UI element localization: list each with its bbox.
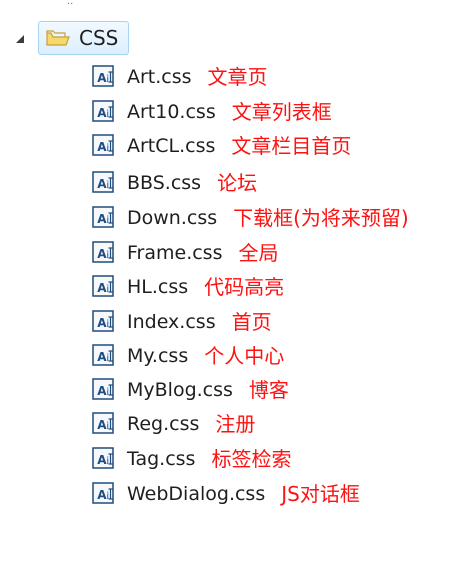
file-row[interactable]: A i Art.css 文章页 [91, 62, 268, 92]
file-name[interactable]: Down.css [127, 208, 217, 228]
svg-text:i: i [106, 353, 109, 364]
file-row[interactable]: A i HL.css 代码高亮 [91, 272, 284, 302]
tree-connector-tick: .. [67, 0, 74, 7]
css-file-icon: A i [91, 343, 117, 369]
css-file-icon: A i [91, 133, 117, 159]
file-note: 全局 [238, 241, 279, 265]
folder-label: CSS [79, 26, 119, 50]
file-row[interactable]: A i MyBlog.css 博客 [91, 375, 289, 405]
file-note: 注册 [215, 412, 256, 436]
svg-text:i: i [106, 421, 109, 432]
file-note: 文章栏目首页 [231, 134, 352, 158]
css-file-icon: A i [91, 309, 117, 335]
file-note: 个人中心 [204, 344, 285, 368]
svg-text:i: i [106, 215, 109, 226]
file-name[interactable]: MyBlog.css [127, 380, 233, 400]
css-file-icon: A i [91, 377, 117, 403]
file-name[interactable]: HL.css [127, 277, 188, 297]
file-name[interactable]: WebDialog.css [127, 484, 265, 504]
css-file-icon: A i [91, 170, 117, 196]
svg-text:i: i [106, 284, 109, 295]
file-note: 文章列表框 [231, 100, 332, 124]
file-row[interactable]: A i BBS.css 论坛 [91, 168, 257, 198]
file-note: 标签检索 [211, 447, 292, 471]
file-name[interactable]: Art.css [127, 67, 192, 87]
file-name[interactable]: Art10.css [127, 102, 216, 122]
css-file-icon: A i [91, 205, 117, 231]
triangle-expanded-icon[interactable] [12, 31, 28, 47]
file-name[interactable]: Reg.css [127, 414, 199, 434]
svg-text:i: i [106, 180, 109, 191]
file-row[interactable]: A i WebDialog.css JS对话框 [91, 479, 360, 509]
file-row[interactable]: A i Index.css 首页 [91, 307, 272, 337]
file-name[interactable]: Frame.css [127, 243, 222, 263]
svg-text:i: i [106, 250, 109, 261]
svg-text:i: i [106, 491, 109, 502]
file-note: JS对话框 [281, 482, 360, 506]
file-row[interactable]: A i ArtCL.css 文章栏目首页 [91, 131, 351, 161]
css-file-icon: A i [91, 64, 117, 90]
css-file-icon: A i [91, 446, 117, 472]
file-row[interactable]: A i Tag.css 标签检索 [91, 444, 291, 474]
svg-text:i: i [106, 456, 109, 467]
svg-text:i: i [106, 387, 109, 398]
css-file-icon: A i [91, 240, 117, 266]
file-note: 下载框(为将来预留) [233, 206, 409, 230]
file-note: 论坛 [217, 171, 258, 195]
css-file-icon: A i [91, 411, 117, 437]
css-file-icon: A i [91, 481, 117, 507]
svg-text:i: i [106, 74, 109, 85]
file-name[interactable]: Index.css [127, 312, 216, 332]
folder-open-icon [45, 27, 71, 49]
css-file-icon: A i [91, 99, 117, 125]
svg-text:i: i [106, 319, 109, 330]
css-file-icon: A i [91, 274, 117, 300]
file-name[interactable]: BBS.css [127, 173, 201, 193]
svg-text:i: i [106, 143, 109, 154]
file-name[interactable]: ArtCL.css [127, 136, 215, 156]
file-note: 博客 [248, 378, 289, 402]
file-row[interactable]: A i Down.css 下载框(为将来预留) [91, 203, 409, 233]
css-folder-row[interactable]: CSS [12, 18, 130, 58]
selected-folder-box[interactable]: CSS [38, 21, 130, 55]
file-note: 首页 [231, 310, 272, 334]
file-row[interactable]: A i My.css 个人中心 [91, 341, 284, 371]
file-row[interactable]: A i Reg.css 注册 [91, 409, 255, 439]
file-note: 代码高亮 [204, 275, 285, 299]
file-name[interactable]: My.css [127, 346, 188, 366]
svg-text:i: i [106, 109, 109, 120]
file-note: 文章页 [207, 65, 268, 89]
file-row[interactable]: A i Frame.css 全局 [91, 238, 278, 268]
file-row[interactable]: A i Art10.css 文章列表框 [91, 97, 332, 127]
file-name[interactable]: Tag.css [127, 449, 195, 469]
